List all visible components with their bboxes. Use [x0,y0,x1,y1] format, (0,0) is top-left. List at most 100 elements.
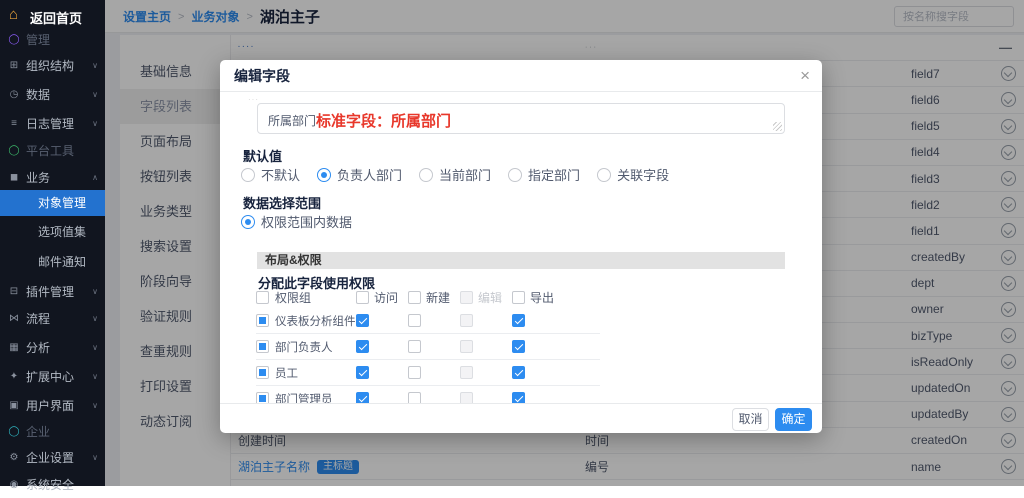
sidebar-item-analysis[interactable]: ▦分析∨ [0,335,105,361]
annotation-text: 标准字段：所属部门 [316,110,451,131]
radio-icon[interactable] [241,168,255,182]
system-security-icon: ◉ [7,472,21,498]
sidebar-item-extension-center[interactable]: ✦扩展中心∨ [0,364,105,390]
layout-permission-section-header: 布局&权限 [257,252,785,269]
sidebar-item-business[interactable]: ◼业务∧ [0,165,105,191]
sidebar-item-enterprise-settings[interactable]: ⚙企业设置∨ [0,445,105,471]
row-checkbox-indeterminate[interactable] [256,366,269,379]
user-interface-icon: ▣ [7,393,21,419]
export-checkbox[interactable] [512,366,525,379]
create-checkbox[interactable] [408,340,421,353]
sidebar-item-data[interactable]: ◷数据∨ [0,82,105,108]
back-home-button[interactable]: ⌂ 返回首页 [0,5,105,29]
row-checkbox-indeterminate[interactable] [256,314,269,327]
export-checkbox[interactable] [512,340,525,353]
permission-table-header: 权限组 访问 新建 编辑 导出 [256,286,600,308]
resize-handle-icon[interactable] [773,122,782,131]
sidebar-item-option-sets[interactable]: 选项值集 [0,219,105,245]
platform-tools-icon: ◯ [7,138,21,164]
data-icon: ◷ [7,82,21,108]
sidebar-item-system-security[interactable]: ◉系统安全 [0,472,105,498]
sidebar-item-email-notification[interactable]: 邮件通知 [0,249,105,275]
edit-checkbox [460,314,473,327]
edit-checkbox [460,340,473,353]
faint-label: ··· [248,95,259,104]
sidebar-item-user-interface[interactable]: ▣用户界面∨ [0,393,105,419]
field-name-textarea[interactable]: 所属部门 标准字段：所属部门 [257,103,785,134]
chevron-down-icon: ∨ [92,445,98,471]
edit-checkbox [460,392,473,403]
sidebar-item-object-management[interactable]: 对象管理 [0,190,105,216]
radio-icon[interactable] [597,168,611,182]
enterprise-settings-icon: ⚙ [7,445,21,471]
chevron-up-icon: ∧ [92,165,98,191]
radio-selected-icon[interactable] [241,215,255,229]
select-all-checkbox[interactable] [256,291,269,304]
radio-icon[interactable] [508,168,522,182]
radio-option-no-default[interactable]: 不默认 [241,165,300,184]
create-checkbox[interactable] [408,392,421,403]
chevron-down-icon: ∨ [92,335,98,361]
extension-icon: ✦ [7,364,21,390]
edit-checkbox [460,366,473,379]
default-value-label: 默认值 [243,146,282,165]
home-icon: ⌂ [9,6,18,23]
chevron-down-icon: ∨ [92,279,98,305]
create-checkbox[interactable] [408,314,421,327]
access-checkbox[interactable] [356,340,369,353]
export-checkbox[interactable] [512,392,525,403]
radio-icon[interactable] [419,168,433,182]
radio-option-related-field[interactable]: 关联字段 [597,165,669,184]
sidebar-item-platform-tools[interactable]: ◯平台工具 [0,138,105,164]
row-checkbox-indeterminate[interactable] [256,340,269,353]
sidebar-item-manage[interactable]: ◯管理 [0,27,105,53]
radio-option-specified-dept[interactable]: 指定部门 [508,165,580,184]
back-home-label: 返回首页 [30,8,82,27]
enterprise-icon: ◯ [7,419,21,445]
default-value-radio-group: 不默认 负责人部门 当前部门 指定部门 关联字段 [241,165,686,184]
business-icon: ◼ [7,165,21,191]
chevron-down-icon: ∨ [92,306,98,332]
perm-row: 员工 [256,360,600,386]
modal-title: 编辑字段 [220,68,290,84]
manage-icon: ◯ [7,27,21,53]
access-all-checkbox[interactable] [356,291,369,304]
access-checkbox[interactable] [356,366,369,379]
sidebar: ⌂ 返回首页 ◯管理 ⊞组织结构∨ ◷数据∨ ≡日志管理∨ ◯平台工具 ◼业务∧… [0,0,105,486]
export-checkbox[interactable] [512,314,525,327]
access-checkbox[interactable] [356,392,369,403]
radio-selected-icon[interactable] [317,168,331,182]
cancel-button[interactable]: 取消 [732,408,769,431]
access-checkbox[interactable] [356,314,369,327]
perm-row: 部门管理员 [256,386,600,403]
sidebar-item-org-structure[interactable]: ⊞组织结构∨ [0,53,105,79]
edit-all-checkbox [460,291,473,304]
create-checkbox[interactable] [408,366,421,379]
row-checkbox-indeterminate[interactable] [256,392,269,403]
radio-option-permission-scope[interactable]: 权限范围内数据 [241,212,352,231]
chevron-down-icon: ∨ [92,82,98,108]
org-structure-icon: ⊞ [7,53,21,79]
sidebar-item-process[interactable]: ⋈流程∨ [0,306,105,332]
sidebar-item-enterprise[interactable]: ◯企业 [0,419,105,445]
chevron-down-icon: ∨ [92,111,98,137]
radio-option-owner-dept[interactable]: 负责人部门 [317,165,402,184]
confirm-button[interactable]: 确定 [775,408,812,431]
chevron-down-icon: ∨ [92,393,98,419]
field-name-value: 所属部门 [268,112,316,129]
export-all-checkbox[interactable] [512,291,525,304]
plugin-icon: ⊟ [7,279,21,305]
analysis-icon: ▦ [7,335,21,361]
create-all-checkbox[interactable] [408,291,421,304]
sidebar-item-log-management[interactable]: ≡日志管理∨ [0,111,105,137]
data-scope-label: 数据选择范围 [243,193,321,212]
modal-footer: 取消 确定 [220,403,822,433]
chevron-down-icon: ∨ [92,364,98,390]
log-icon: ≡ [7,111,21,137]
close-icon[interactable]: × [800,60,810,92]
sidebar-item-plugin-management[interactable]: ⊟插件管理∨ [0,279,105,305]
perm-row: 仪表板分析组件 [256,308,600,334]
radio-option-current-dept[interactable]: 当前部门 [419,165,491,184]
chevron-down-icon: ∨ [92,53,98,79]
permission-table: 权限组 访问 新建 编辑 导出 仪表板分析组件 部门负责人 员工 [256,286,600,403]
